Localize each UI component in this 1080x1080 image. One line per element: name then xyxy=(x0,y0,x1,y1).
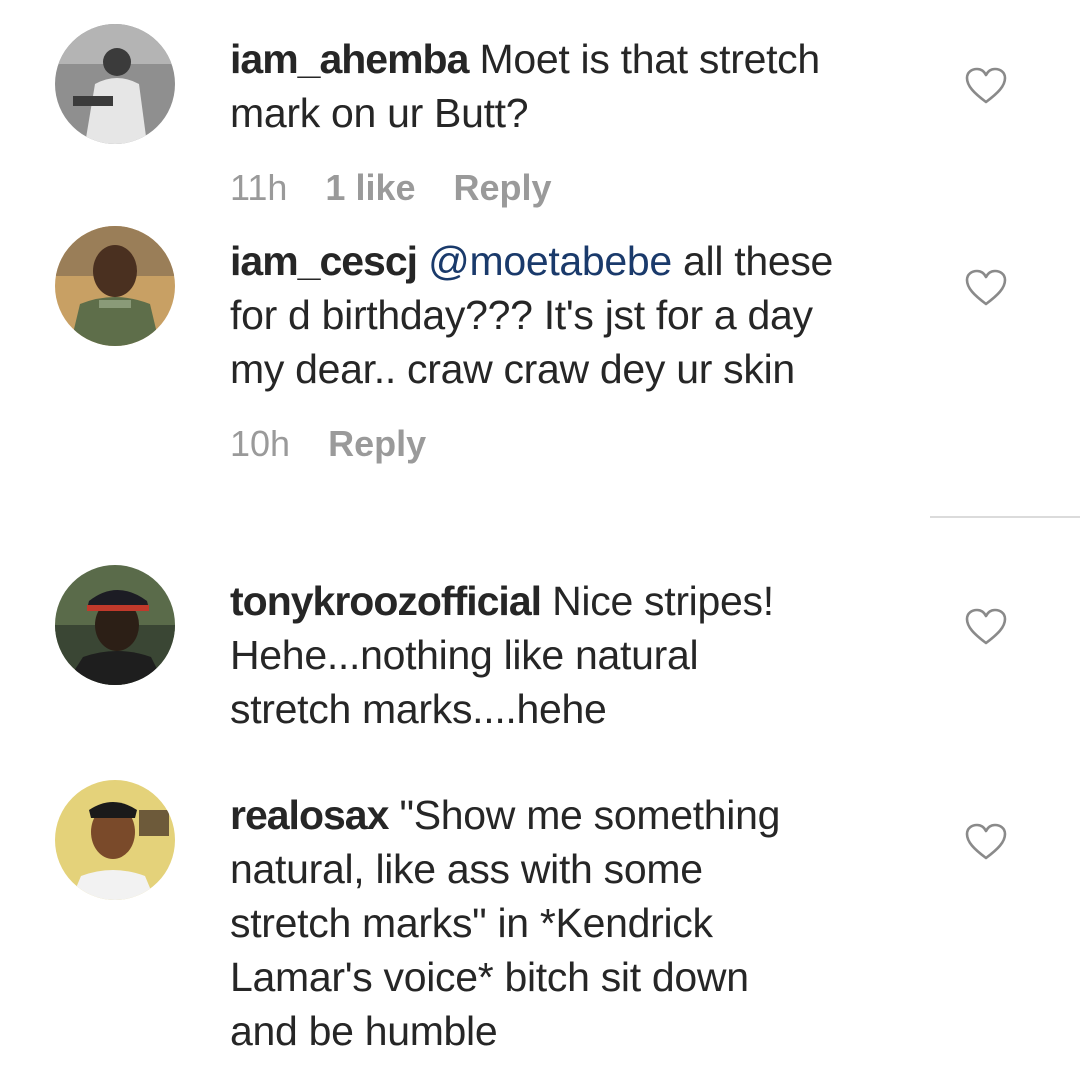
heart-outline-icon[interactable] xyxy=(964,607,1008,647)
avatar[interactable] xyxy=(55,226,175,346)
comment-time: 10h xyxy=(230,423,291,464)
comment-body: iam_cescj @moetabebe all these for d bir… xyxy=(230,234,930,396)
comment-text-line: my dear.. craw craw dey ur skin xyxy=(230,346,795,392)
comment-body: realosax "Show me something natural, lik… xyxy=(230,788,930,1058)
comment-text-line: stretch marks....hehe xyxy=(230,686,607,732)
comment-text-line: mark on ur Butt? xyxy=(230,90,529,136)
reply-button[interactable]: Reply xyxy=(328,423,426,464)
avatar-photo xyxy=(55,226,175,346)
comment-username[interactable]: tonykroozofficial xyxy=(230,578,542,624)
comment-text-line: "Show me something xyxy=(399,792,781,838)
avatar[interactable] xyxy=(55,780,175,900)
comment-username[interactable]: iam_ahemba xyxy=(230,36,469,82)
comment-text-line: for d birthday??? It's jst for a day xyxy=(230,292,813,338)
comment-text-line: Nice stripes! xyxy=(552,578,774,624)
comment-username[interactable]: realosax xyxy=(230,792,389,838)
comment-text-line: and be humble xyxy=(230,1008,498,1054)
avatar-photo xyxy=(55,24,175,144)
heart-outline-icon[interactable] xyxy=(964,822,1008,862)
comment-username[interactable]: iam_cescj xyxy=(230,238,418,284)
comment-text-line: all these xyxy=(683,238,834,284)
comment-meta: 11h 1 like Reply xyxy=(230,168,580,208)
comment-text-line: natural, like ass with some xyxy=(230,846,703,892)
comment-text-line: stretch marks" in *Kendrick xyxy=(230,900,713,946)
avatar[interactable] xyxy=(55,565,175,685)
comment-mention[interactable]: @moetabebe xyxy=(428,238,672,284)
comment-body: iam_ahemba Moet is that stretch mark on … xyxy=(230,32,930,140)
avatar-photo xyxy=(55,780,175,900)
comment-text-line: Hehe...nothing like natural xyxy=(230,632,699,678)
avatar-photo xyxy=(55,565,175,685)
comment-time: 11h xyxy=(230,167,288,208)
comment-text-line: Moet is that stretch xyxy=(479,36,821,82)
comment-body: tonykroozofficial Nice stripes! Hehe...n… xyxy=(230,574,930,736)
reply-button[interactable]: Reply xyxy=(454,167,552,208)
heart-outline-icon[interactable] xyxy=(964,268,1008,308)
comment-likes[interactable]: 1 like xyxy=(325,167,415,208)
divider xyxy=(930,516,1080,518)
avatar[interactable] xyxy=(55,24,175,144)
comment-meta: 10h Reply xyxy=(230,424,454,464)
comment-text-line: Lamar's voice* bitch sit down xyxy=(230,954,749,1000)
heart-outline-icon[interactable] xyxy=(964,66,1008,106)
